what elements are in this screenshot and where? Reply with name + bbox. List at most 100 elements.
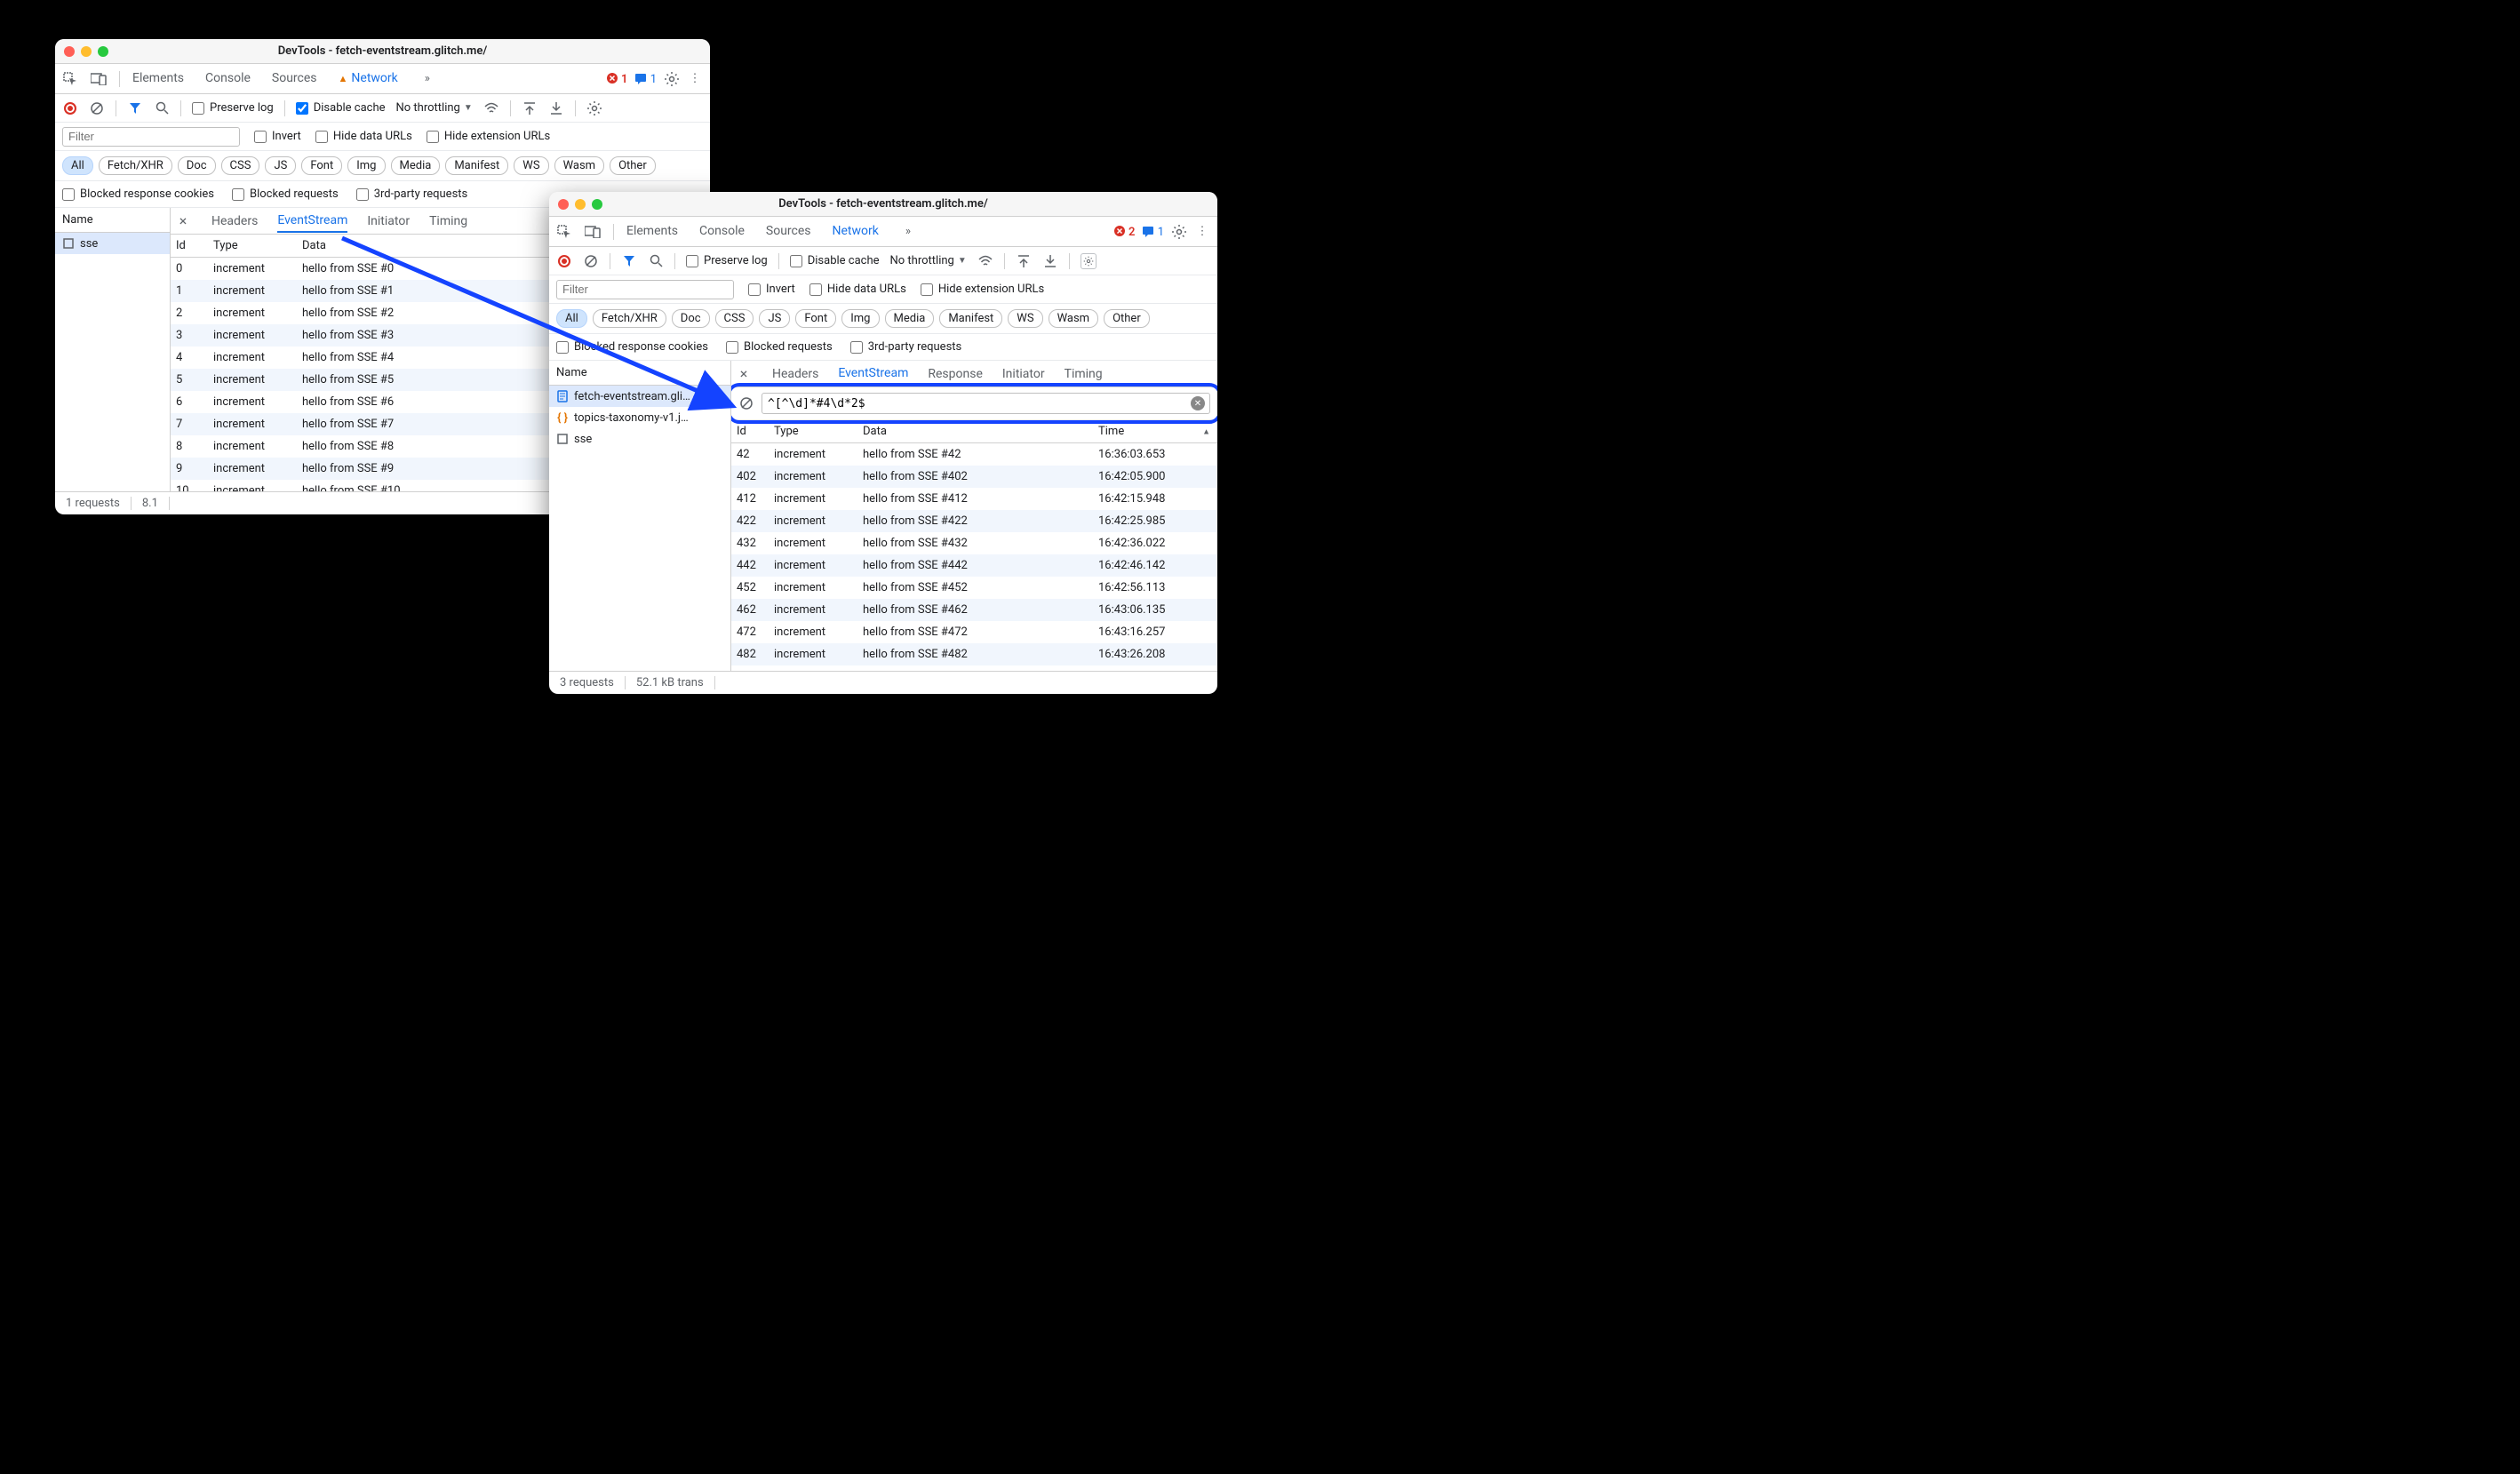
table-row[interactable]: 472incrementhello from SSE #47216:43:16.… [731,621,1217,643]
table-row[interactable]: 402incrementhello from SSE #40216:42:05.… [731,466,1217,488]
titlebar[interactable]: DevTools - fetch-eventstream.glitch.me/ [55,39,710,64]
tab-headers[interactable]: Headers [772,363,818,385]
chip-wasm[interactable]: Wasm [554,156,605,175]
table-row[interactable]: 442incrementhello from SSE #44216:42:46.… [731,554,1217,577]
request-item[interactable]: { }topics-taxonomy-v1.j… [549,407,730,428]
device-toolbar-icon[interactable] [585,224,601,240]
blocked-requests-checkbox[interactable]: Blocked requests [232,187,339,201]
hide-extension-urls-checkbox[interactable]: Hide extension URLs [921,283,1044,296]
table-row[interactable]: 462incrementhello from SSE #46216:43:06.… [731,599,1217,621]
col-type[interactable]: Type [769,425,857,438]
tab-headers[interactable]: Headers [211,211,258,232]
inspect-icon[interactable] [556,224,572,240]
chip-css[interactable]: CSS [715,309,754,328]
tab-eventstream[interactable]: EventStream [277,210,347,233]
chip-ws[interactable]: WS [1008,309,1042,328]
chip-media[interactable]: Media [391,156,441,175]
blocked-cookies-checkbox[interactable]: Blocked response cookies [556,340,708,354]
chip-js[interactable]: JS [265,156,296,175]
minimize-icon[interactable] [575,199,586,210]
chip-img[interactable]: Img [841,309,879,328]
table-row[interactable]: 42incrementhello from SSE #4216:36:03.65… [731,443,1217,466]
clear-filter-icon[interactable] [738,395,754,411]
chip-other[interactable]: Other [1104,309,1150,328]
import-har-icon[interactable] [548,100,564,116]
settings-icon[interactable] [664,71,680,87]
disable-cache-checkbox[interactable]: Disable cache [790,254,880,267]
third-party-checkbox[interactable]: 3rd-party requests [356,187,468,201]
close-icon[interactable] [558,199,569,210]
blocked-cookies-checkbox[interactable]: Blocked response cookies [62,187,214,201]
error-badge[interactable]: 1 [606,72,628,86]
chip-font[interactable]: Font [795,309,836,328]
record-icon[interactable] [556,253,572,269]
chip-ws[interactable]: WS [514,156,548,175]
chip-js[interactable]: JS [759,309,790,328]
table-row[interactable]: 432incrementhello from SSE #43216:42:36.… [731,532,1217,554]
table-row[interactable]: 422incrementhello from SSE #42216:42:25.… [731,510,1217,532]
chip-css[interactable]: CSS [221,156,260,175]
table-row[interactable]: 452incrementhello from SSE #45216:42:56.… [731,577,1217,599]
more-tabs-icon[interactable]: » [419,71,435,87]
export-har-icon[interactable] [522,100,538,116]
filter-input[interactable] [62,127,240,147]
message-badge[interactable]: 1 [1142,225,1164,239]
preserve-log-checkbox[interactable]: Preserve log [192,101,274,115]
chip-wasm[interactable]: Wasm [1049,309,1099,328]
tab-console[interactable]: Console [699,224,745,240]
inspect-icon[interactable] [62,71,78,87]
chip-img[interactable]: Img [347,156,385,175]
tab-eventstream[interactable]: EventStream [838,363,908,386]
network-settings-icon[interactable] [586,100,602,116]
chip-doc[interactable]: Doc [178,156,216,175]
eventstream-regex-input[interactable] [762,393,1210,414]
throttling-select[interactable]: No throttling ▼ [890,254,967,267]
export-har-icon[interactable] [1016,253,1032,269]
request-item[interactable]: fetch-eventstream.gli… [549,386,730,407]
disable-cache-checkbox[interactable]: Disable cache [296,101,386,115]
request-item[interactable]: sse [549,428,730,450]
close-detail-icon[interactable]: × [735,365,753,382]
clear-input-icon[interactable]: ✕ [1191,396,1205,410]
device-toolbar-icon[interactable] [91,71,107,87]
chip-fetchxhr[interactable]: Fetch/XHR [593,309,666,328]
table-row[interactable]: 482incrementhello from SSE #48216:43:26.… [731,643,1217,665]
titlebar[interactable]: DevTools - fetch-eventstream.glitch.me/ [549,192,1217,217]
tab-sources[interactable]: Sources [272,71,317,87]
chip-fetchxhr[interactable]: Fetch/XHR [99,156,172,175]
hide-data-urls-checkbox[interactable]: Hide data URLs [315,130,412,143]
col-id[interactable]: Id [171,239,208,252]
tab-console[interactable]: Console [205,71,251,87]
search-icon[interactable] [154,100,170,116]
clear-icon[interactable] [583,253,599,269]
tab-network[interactable]: Network [339,71,398,87]
hide-data-urls-checkbox[interactable]: Hide data URLs [809,283,906,296]
preserve-log-checkbox[interactable]: Preserve log [686,254,768,267]
col-data[interactable]: Data [857,425,1093,438]
name-header[interactable]: Name [549,361,730,386]
chip-doc[interactable]: Doc [672,309,710,328]
message-badge[interactable]: 1 [634,72,657,86]
network-conditions-icon[interactable] [483,100,499,116]
zoom-icon[interactable] [592,199,602,210]
close-detail-icon[interactable]: × [174,212,192,229]
invert-checkbox[interactable]: Invert [748,283,795,296]
request-item[interactable]: sse [55,233,170,254]
kebab-menu-icon[interactable]: ⋮ [687,71,703,87]
tab-timing[interactable]: Timing [1065,363,1103,385]
chip-all[interactable]: All [556,309,587,328]
network-settings-icon[interactable] [1081,253,1097,269]
col-data[interactable]: Data [297,239,586,252]
settings-icon[interactable] [1171,224,1187,240]
third-party-checkbox[interactable]: 3rd-party requests [850,340,962,354]
name-header[interactable]: Name [55,208,170,233]
tab-response[interactable]: Response [928,363,983,385]
tab-elements[interactable]: Elements [626,224,678,240]
hide-extension-urls-checkbox[interactable]: Hide extension URLs [427,130,550,143]
col-type[interactable]: Type [208,239,297,252]
network-conditions-icon[interactable] [977,253,993,269]
filter-input[interactable] [556,280,734,299]
more-tabs-icon[interactable]: » [900,224,916,240]
blocked-requests-checkbox[interactable]: Blocked requests [726,340,833,354]
invert-checkbox[interactable]: Invert [254,130,301,143]
